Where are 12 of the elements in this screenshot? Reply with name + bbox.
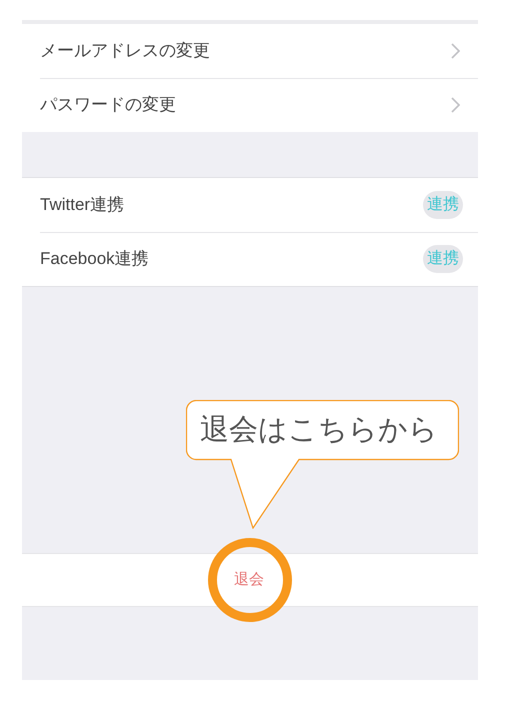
chevron-icon: [451, 97, 460, 113]
settings-row[interactable]: メールアドレスの変更: [22, 24, 478, 78]
row-label: Twitter連携: [40, 194, 126, 216]
chevron-icon: [451, 43, 460, 59]
settings-row[interactable]: パスワードの変更: [22, 78, 478, 132]
connect-button[interactable]: 連携: [423, 245, 463, 273]
row-label: パスワードの変更: [40, 94, 177, 116]
row-label: Facebook連携: [40, 248, 150, 270]
row-label: メールアドレスの変更: [40, 40, 211, 62]
callout-text: 退会はこちらから: [200, 413, 438, 448]
withdraw-button[interactable]: 退会: [234, 568, 264, 592]
connect-button[interactable]: 連携: [423, 191, 463, 219]
